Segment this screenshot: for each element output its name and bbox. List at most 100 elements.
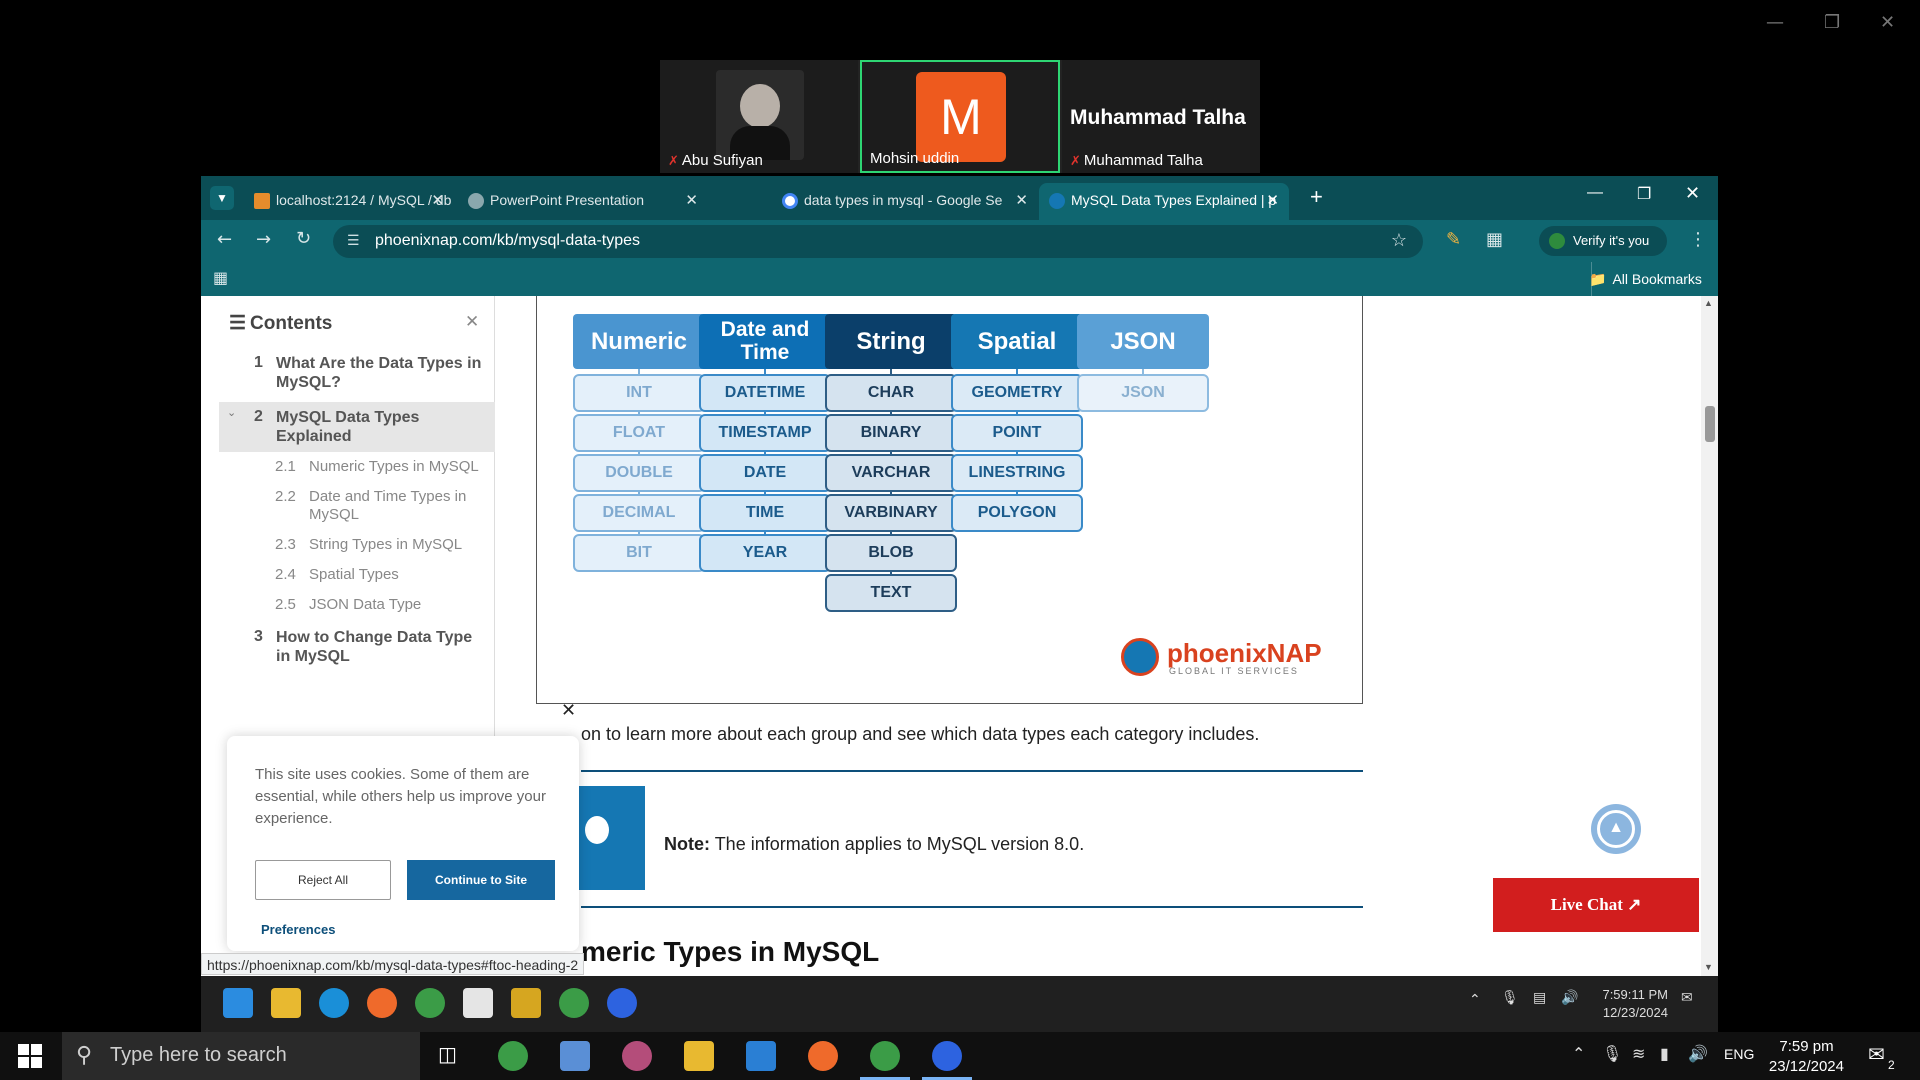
tab-label: data types in mysql - Google Se <box>804 192 1003 208</box>
mic-icon[interactable]: 🎙 <box>1501 990 1519 1006</box>
cookie-banner: This site uses cookies. Some of them are… <box>227 736 579 951</box>
search-placeholder: Type here to search <box>110 1044 287 1066</box>
category-header-spatial: Spatial <box>951 314 1083 369</box>
zoom-icon[interactable] <box>932 1041 962 1071</box>
pen-extension-icon[interactable]: ✎ <box>1446 229 1461 250</box>
file-explorer-icon[interactable] <box>271 988 301 1018</box>
wifi-icon[interactable]: ≋ <box>1632 1044 1645 1063</box>
scroll-to-top-button[interactable]: ▲ <box>1591 804 1641 854</box>
scrollbar-thumb[interactable] <box>1705 406 1715 442</box>
windows-start-icon[interactable] <box>18 1044 42 1068</box>
preferences-link[interactable]: Preferences <box>261 922 335 937</box>
toc-header: ☰ Contents <box>229 313 333 334</box>
reject-all-button[interactable]: Reject All <box>255 860 391 900</box>
close-icon[interactable]: ✕ <box>1266 191 1279 209</box>
zoom-icon[interactable] <box>607 988 637 1018</box>
file-explorer-icon[interactable] <box>684 1041 714 1071</box>
volume-icon[interactable]: 🔊 <box>1561 990 1578 1006</box>
notification-icon[interactable]: ✉ <box>1868 1042 1885 1066</box>
extensions-icon[interactable]: ▦ <box>1486 229 1503 250</box>
address-bar[interactable]: ☰ phoenixnap.com/kb/mysql-data-types ☆ <box>333 225 1423 258</box>
vm-icon[interactable] <box>463 988 493 1018</box>
type-pill-double: DOUBLE <box>573 454 705 492</box>
participant-tile[interactable]: Muhammad Talha ✗ Muhammad Talha <box>1062 60 1260 173</box>
link-status-bar: https://phoenixnap.com/kb/mysql-data-typ… <box>201 953 585 975</box>
participant-tile[interactable]: ✗ Abu Sufiyan <box>660 60 858 173</box>
verify-button[interactable]: Verify it's you <box>1539 226 1667 256</box>
close-icon[interactable]: ✕ <box>431 191 444 209</box>
back-icon[interactable]: ← <box>217 229 232 250</box>
system-clock[interactable]: 7:59 pm 23/12/2024 <box>1769 1037 1844 1077</box>
bookmarks-bar: ▦ 📁 All Bookmarks <box>201 262 1718 296</box>
type-pill-varchar: VARCHAR <box>825 454 957 492</box>
close-window-icon[interactable]: ✕ <box>1685 183 1700 204</box>
network-icon[interactable]: ▤ <box>1533 990 1546 1006</box>
edge-icon[interactable] <box>319 988 349 1018</box>
close-icon[interactable]: ✕ <box>1015 191 1028 209</box>
notification-icon[interactable]: ✉ <box>1681 990 1693 1006</box>
cookie-close-icon[interactable]: ✕ <box>561 700 576 721</box>
tab-label: PowerPoint Presentation <box>490 192 645 208</box>
scroll-up-arrow-icon[interactable]: ▲ <box>1704 298 1713 308</box>
minimize-icon[interactable]: — <box>1766 12 1784 33</box>
toc-item-1[interactable]: 1 What Are the Data Types in MySQL? <box>219 354 495 398</box>
tab-localhost[interactable]: localhost:2124 / MySQL / db | p ✕ <box>244 183 454 220</box>
star-icon[interactable]: ☆ <box>1391 230 1407 251</box>
site-info-icon[interactable]: ☰ <box>347 232 360 249</box>
tab-search-icon[interactable]: ▼ <box>210 186 234 210</box>
notepad-icon[interactable] <box>511 988 541 1018</box>
restore-icon[interactable]: ❐ <box>1637 184 1651 204</box>
tray-arrow-icon[interactable]: ⌃ <box>1572 1044 1585 1063</box>
table-of-contents: ☰ Contents ✕ 1 What Are the Data Types in … <box>219 296 495 746</box>
chevron-down-icon: ⌄ <box>227 407 237 419</box>
new-tab-icon[interactable]: + <box>1310 184 1323 210</box>
scroll-down-arrow-icon[interactable]: ▼ <box>1704 962 1713 972</box>
toc-item-3[interactable]: 3 How to Change Data Type in MySQL <box>219 628 495 672</box>
mic-icon[interactable]: 🎙 <box>1602 1044 1622 1063</box>
chrome-profile-icon[interactable] <box>870 1041 900 1071</box>
tab-powerpoint[interactable]: PowerPoint Presentation ✕ <box>458 183 708 220</box>
tray-arrow-icon[interactable]: ⌃ <box>1469 992 1481 1008</box>
minimize-icon[interactable]: — <box>1587 184 1603 202</box>
all-bookmarks-button[interactable]: 📁 All Bookmarks <box>1589 271 1702 288</box>
tab-google[interactable]: data types in mysql - Google Se ✕ <box>772 183 1038 220</box>
taskbar-search[interactable]: ⚲ Type here to search <box>62 1032 420 1080</box>
type-pill-geometry: GEOMETRY <box>951 374 1083 412</box>
close-icon[interactable]: ✕ <box>685 191 698 209</box>
close-icon[interactable]: ✕ <box>1880 12 1895 33</box>
avatar: M <box>916 72 1006 162</box>
battery-icon[interactable]: ▮ <box>1660 1044 1669 1063</box>
chrome-active-icon[interactable] <box>559 988 589 1018</box>
forward-icon[interactable]: → <box>256 229 271 250</box>
tab-mysql-active[interactable]: MySQL Data Types Explained | p ✕ <box>1039 183 1289 220</box>
windows-start-icon[interactable] <box>223 988 253 1018</box>
remote-desktop-icon[interactable] <box>560 1041 590 1071</box>
chrome-icon[interactable] <box>498 1041 528 1071</box>
phoenixnap-icon <box>1049 193 1065 209</box>
toc-close-icon[interactable]: ✕ <box>465 312 479 332</box>
chrome-icon[interactable] <box>415 988 445 1018</box>
scrollbar[interactable]: ▲ ▼ <box>1701 296 1718 976</box>
apps-grid-icon[interactable]: ▦ <box>213 268 228 287</box>
remote-clock[interactable]: 7:59:11 PM 12/23/2024 <box>1602 986 1668 1022</box>
windows-taskbar: ⚲ Type here to search ◫ ⌃ 🎙 ≋ ▮ 🔊 ENG 7:… <box>0 1032 1920 1080</box>
browser-window: ▼ localhost:2124 / MySQL / db | p ✕ Powe… <box>201 176 1718 976</box>
type-pill-year: YEAR <box>699 534 831 572</box>
firefox-icon[interactable] <box>808 1041 838 1071</box>
language-indicator[interactable]: ENG <box>1724 1046 1754 1062</box>
vscode-icon[interactable] <box>746 1041 776 1071</box>
section-heading: meric Types in MySQL <box>581 936 880 967</box>
restore-icon[interactable]: ❐ <box>1824 12 1840 33</box>
menu-icon[interactable]: ⋮ <box>1689 229 1707 250</box>
reload-icon[interactable]: ↻ <box>296 228 311 249</box>
list-icon: ☰ <box>229 313 247 334</box>
participant-tile-active[interactable]: M Mohsin uddin <box>860 60 1060 173</box>
firefox-icon[interactable] <box>367 988 397 1018</box>
task-view-icon[interactable]: ◫ <box>438 1042 457 1066</box>
type-pill-bit: BIT <box>573 534 705 572</box>
volume-icon[interactable]: 🔊 <box>1688 1044 1708 1063</box>
continue-to-site-button[interactable]: Continue to Site <box>407 860 555 900</box>
paint-icon[interactable] <box>622 1041 652 1071</box>
live-chat-button[interactable]: Live Chat ↗ <box>1493 878 1699 932</box>
toc-item-2-active[interactable]: ⌄ 2 MySQL Data Types Explained <box>219 402 495 452</box>
